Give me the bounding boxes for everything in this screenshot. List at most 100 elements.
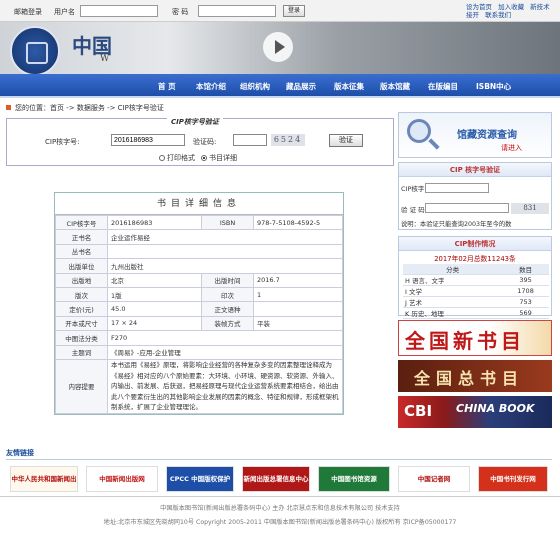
password-input[interactable] xyxy=(198,5,276,17)
cell-value: 平装 xyxy=(253,315,343,332)
stats-title: CIP制作情况 xyxy=(399,237,551,251)
radio-icon xyxy=(159,155,165,161)
gapp-logo[interactable]: 中华人民共和国新闻出版总署 xyxy=(10,466,78,492)
cell-label: 版次 xyxy=(55,286,108,303)
cell-value: 《周易》-应用-企业管理 xyxy=(107,344,343,360)
book-detail: 书目详细信息 CIP核字号 2016186983 ISBN 978-7-5108… xyxy=(54,192,344,415)
nav-holdings[interactable]: 版本馆藏 xyxy=(380,81,410,92)
count-cell: 395 xyxy=(502,274,549,286)
radio-print-label: 打印格式 xyxy=(167,154,195,162)
side-captcha-image: 831 xyxy=(511,203,549,214)
nav-about[interactable]: 本馆介绍 xyxy=(196,81,226,92)
table-row: J 艺术 753 xyxy=(403,296,549,308)
count-cell: 1708 xyxy=(502,285,549,297)
cell-label: 出版单位 xyxy=(55,258,108,274)
friend-links-title: 友情链接 xyxy=(6,448,552,460)
main-nav: 首 页 本馆介绍 组织机构 藏品展示 版本征集 版本馆藏 在版编目 ISBN中心 xyxy=(0,74,560,98)
table-row: 正书名 企业运作易经 xyxy=(55,229,343,245)
search-enter-link[interactable]: 请进入 xyxy=(501,143,522,153)
cbi-banner[interactable]: CBI CHINA BOOK xyxy=(398,396,552,428)
cell-value: 45.0 xyxy=(107,301,202,317)
detail-table: CIP核字号 2016186983 ISBN 978-7-5108-4592-5… xyxy=(55,214,343,414)
collection-search-box[interactable]: 馆藏资源查询 请进入 xyxy=(398,112,552,158)
national-total-books-banner[interactable]: 全国总书目 xyxy=(398,360,552,392)
friend-links: 友情链接 中华人民共和国新闻出版总署 中国新闻出版网 CPCC 中国版权保护中心… xyxy=(6,448,552,494)
cell-label: 出版时间 xyxy=(201,272,254,288)
library-seal-logo xyxy=(10,26,60,74)
table-row: 定价(元) 45.0 正文语种 xyxy=(55,301,343,317)
stats-subtitle: 2017年02月总数11243条 xyxy=(434,255,516,263)
category-cell: H 语言、文字 xyxy=(403,274,503,286)
cell-label: 主题词 xyxy=(55,344,108,360)
cip-verify-panel: CIP核字号验证 CIP核字号: 验证码: 6524 验证 打印格式 书目详细 xyxy=(6,117,394,166)
nav-collection[interactable]: 藏品展示 xyxy=(286,81,316,92)
login-button[interactable]: 登录 xyxy=(283,5,305,17)
reporter-logo[interactable]: 中国记者网 xyxy=(398,466,470,492)
code-label: 验证码: xyxy=(193,138,217,146)
play-icon[interactable] xyxy=(263,32,293,62)
username-label: 用户名 xyxy=(54,8,75,16)
side-cip-input[interactable] xyxy=(425,183,489,193)
cell-label: 开本或尺寸 xyxy=(55,315,108,332)
cell-value xyxy=(107,243,343,260)
banner: 中国 W xyxy=(0,22,560,74)
column-header: 分类 xyxy=(403,264,503,275)
email-login-link[interactable]: 邮箱登录 xyxy=(14,7,42,17)
banner-subtitle: W xyxy=(100,54,110,64)
library-resource-logo[interactable]: 中国图书馆资源 xyxy=(318,466,390,492)
cell-value xyxy=(253,301,343,317)
count-cell: 753 xyxy=(502,296,549,308)
radio-selected-icon xyxy=(201,155,207,161)
side-code-input[interactable] xyxy=(425,203,509,213)
chinaxwcb-logo[interactable]: 中国新闻出版网 xyxy=(86,466,158,492)
table-row: I 文学 1708 xyxy=(403,285,549,297)
nav-home[interactable]: 首 页 xyxy=(158,81,176,92)
add-favorite-link[interactable]: 加入收藏 xyxy=(498,3,524,11)
side-note: 说明：本验证只能查询2003年至今的数 xyxy=(401,221,512,228)
nav-solicit[interactable]: 版本征集 xyxy=(334,81,364,92)
cell-value: 九州出版社 xyxy=(107,258,343,274)
cell-label: CIP核字号 xyxy=(55,214,108,231)
username-input[interactable] xyxy=(80,5,158,17)
table-row: 出版单位 九州出版社 xyxy=(55,258,343,274)
cell-label: 定价(元) xyxy=(55,301,108,317)
table-row: H 语言、文字 395 xyxy=(403,274,549,286)
nav-organization[interactable]: 组织机构 xyxy=(240,81,270,92)
cell-label: 正文语种 xyxy=(201,301,254,317)
table-row: K 历史、地理 569 xyxy=(403,307,549,319)
nav-isbn[interactable]: ISBN中心 xyxy=(476,81,511,92)
nav-cip[interactable]: 在版编目 xyxy=(428,81,458,92)
top-links: 设为首页 加入收藏 新技术接开 联系我们 xyxy=(466,3,556,19)
promo-text: 全国总书目 xyxy=(414,369,525,388)
info-center-logo[interactable]: 新闻出版总署信息中心 xyxy=(242,466,310,492)
table-row: 开本或尺寸 17 × 24 装帧方式 平装 xyxy=(55,315,343,332)
code-input[interactable] xyxy=(233,134,267,146)
radio-detail-format[interactable]: 书目详细 xyxy=(201,153,237,163)
table-row: 丛书名 xyxy=(55,243,343,260)
cell-value: 企业运作易经 xyxy=(107,229,343,245)
cell-value: 17 × 24 xyxy=(107,315,202,332)
password-label: 密 码 xyxy=(172,8,189,16)
national-new-books-banner[interactable]: 全国新书目 xyxy=(398,320,552,356)
table-row: 内容提要 本书运用《易经》原理，将影响企业经营的各种复杂多变的因素整理诠释成为《… xyxy=(55,358,343,414)
side-code-label: 验 证 码 xyxy=(401,206,425,214)
cip-input[interactable] xyxy=(111,134,185,146)
table-header: 分类 数目 xyxy=(403,264,549,275)
cpcc-logo[interactable]: CPCC 中国版权保护中心 xyxy=(166,466,234,492)
books-distribution-logo[interactable]: 中国书刊发行网 xyxy=(478,466,548,492)
side-cip-title: CIP 核字号验证 xyxy=(399,163,551,177)
abstract-text: 本书运用《易经》原理，将影响企业经营的各种复杂多变的因素整理诠释成为《易经》相对… xyxy=(107,358,343,414)
cell-value: 1版 xyxy=(107,286,202,303)
breadcrumb-text: 您的位置：首页 -> 数据服务 -> CIP核字号验证 xyxy=(15,104,164,112)
table-row: 出版地 北京 出版时间 2016.7 xyxy=(55,272,343,288)
cell-value: 2016.7 xyxy=(253,272,343,288)
set-homepage-link[interactable]: 设为首页 xyxy=(466,3,492,11)
cell-label: 出版地 xyxy=(55,272,108,288)
cip-stats-box: CIP制作情况 2017年02月总数11243条 分类 数目 H 语言、文字 3… xyxy=(398,236,552,319)
radio-detail-label: 书目详细 xyxy=(209,154,237,162)
contact-link[interactable]: 联系我们 xyxy=(485,11,511,19)
count-cell: 569 xyxy=(502,307,549,319)
table-row: CIP核字号 2016186983 ISBN 978-7-5108-4592-5 xyxy=(55,214,343,231)
verify-button[interactable]: 验证 xyxy=(329,134,363,147)
radio-print-format[interactable]: 打印格式 xyxy=(159,153,195,163)
